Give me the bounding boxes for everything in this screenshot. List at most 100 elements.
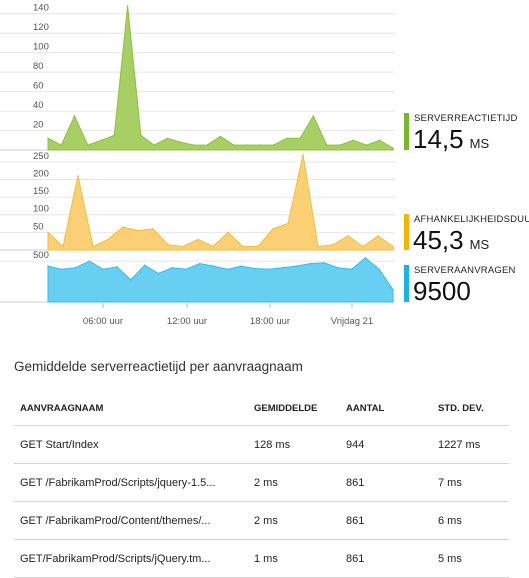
table-row[interactable]: GET /FabrikamProd/Content/themes/... 2 m… [14, 501, 509, 540]
data-point [362, 245, 364, 248]
table-row[interactable]: GET Start/Index 128 ms 944 1227 ms [14, 425, 509, 464]
data-point [257, 245, 259, 248]
y-tick-label: 100 [33, 42, 49, 53]
data-point [299, 137, 301, 140]
data-point [392, 147, 394, 149]
data-point [167, 243, 169, 246]
table-header-row: AANVRAAGNAAM GEMIDDELDE AANTAL STD. DEV. [14, 391, 509, 426]
data-point [140, 134, 142, 137]
column-header-average[interactable]: GEMIDDELDE [248, 391, 340, 426]
data-point [100, 139, 102, 142]
data-point [157, 272, 160, 275]
data-point [312, 115, 315, 117]
cell-std-dev: 6 ms [432, 501, 509, 540]
data-point [179, 141, 182, 143]
column-header-std-dev[interactable]: STD. DEV. [432, 391, 509, 426]
data-point [137, 229, 139, 232]
metric-label: SERVERREACTIETIJD [414, 113, 518, 124]
y-tick-label: 150 [33, 186, 49, 197]
cell-request-name: GET Start/Index [14, 425, 248, 464]
y-tick-label: 60 [33, 81, 44, 92]
data-point [272, 144, 275, 146]
data-point [337, 266, 339, 269]
data-point [166, 137, 169, 140]
metric-value: 45,3 MS [413, 225, 490, 255]
cell-average: 1 ms [248, 539, 340, 578]
data-point [116, 266, 118, 268]
data-point [302, 154, 304, 156]
cell-count: 861 [340, 539, 432, 578]
data-point [199, 262, 201, 265]
data-point [171, 266, 173, 269]
data-point [378, 268, 381, 271]
data-point [182, 245, 184, 248]
request-table: AANVRAAGNAAM GEMIDDELDE AANTAL STD. DEV.… [14, 391, 509, 578]
data-point [88, 260, 91, 263]
data-point [206, 144, 208, 146]
data-point [92, 245, 94, 248]
data-point [47, 265, 49, 267]
x-tick-label: 18:00 uur [250, 316, 290, 327]
data-point [352, 139, 355, 142]
data-point [309, 262, 312, 265]
y-tick-label: 80 [33, 61, 44, 72]
data-point [392, 289, 394, 291]
data-point [73, 115, 76, 117]
table-row[interactable]: GET /FabrikamProd/Scripts/jquery-1.5... … [14, 463, 509, 502]
cell-request-name: GET /FabrikamProd/Content/themes/... [14, 501, 248, 540]
data-point [272, 228, 274, 230]
cell-std-dev: 1227 ms [432, 425, 509, 464]
data-point [47, 137, 49, 140]
data-point [281, 266, 284, 269]
data-point [62, 245, 64, 248]
data-point [152, 228, 154, 230]
data-point [219, 135, 222, 138]
data-point [107, 238, 109, 241]
data-point [77, 175, 79, 177]
y-tick-label: 500 [33, 250, 49, 261]
metric-color-bar [404, 265, 409, 302]
x-tick-label: 12:00 uur [167, 316, 207, 327]
x-tick-label: 06:00 uur [83, 316, 123, 327]
data-point [122, 226, 124, 228]
y-tick-label: 50 [33, 221, 44, 232]
data-point [233, 144, 235, 146]
data-point [268, 268, 270, 271]
metric-color-bar [404, 113, 409, 150]
table-row[interactable]: GET/FabrikamProd/Scripts/jQuery.tm... 1 … [14, 539, 509, 578]
data-point [254, 267, 256, 270]
data-point [350, 268, 353, 271]
data-point [392, 245, 394, 248]
data-point [332, 243, 334, 246]
data-point [325, 144, 328, 146]
y-tick-label: 140 [33, 3, 49, 14]
data-point [259, 144, 262, 146]
metric-label: SERVERAANVRAGEN [414, 265, 516, 276]
cell-count: 861 [340, 463, 432, 502]
y-tick-label: 100 [33, 204, 49, 215]
column-header-count[interactable]: AANTAL [340, 391, 432, 426]
data-point [226, 268, 229, 271]
data-point [347, 235, 349, 237]
metric-label: AFHANKELIJKHEIDSDUUR [414, 214, 529, 225]
y-tick-label: 120 [33, 22, 49, 33]
data-point [193, 144, 195, 146]
data-point [287, 222, 289, 225]
column-header-request-name[interactable]: AANVRAAGNAAM [14, 391, 248, 426]
data-point [143, 264, 146, 267]
data-point [212, 265, 215, 267]
cell-count: 861 [340, 501, 432, 540]
area-series-server-requests [47, 257, 394, 303]
data-point [377, 235, 379, 237]
metric-color-bar [404, 214, 409, 250]
area-series-response-time [47, 5, 394, 151]
cell-count: 944 [340, 425, 432, 464]
x-tick-label: Vrijdag 21 [331, 316, 373, 327]
data-point [286, 137, 288, 140]
data-point [87, 144, 89, 146]
data-point [126, 5, 129, 7]
data-point [130, 279, 132, 281]
section-title: Gemiddelde serverreactietijd per aanvraa… [14, 359, 303, 374]
data-point [74, 266, 77, 269]
y-tick-label: 40 [33, 100, 44, 111]
